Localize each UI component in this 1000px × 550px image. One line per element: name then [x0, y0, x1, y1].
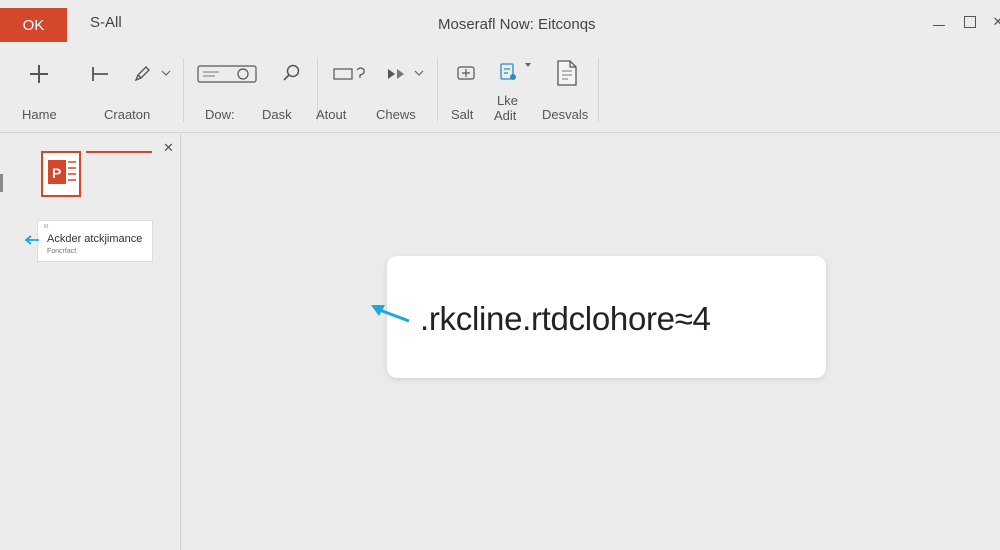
pen-icon[interactable]	[131, 63, 153, 85]
search-icon[interactable]	[281, 62, 303, 84]
ribbon-label-like[interactable]: Lke	[497, 93, 518, 108]
slide-thumbnail[interactable]: M Ackder atckjimance Foncrfact	[37, 220, 153, 262]
ribbon-separator	[598, 58, 599, 122]
text-box-icon[interactable]	[197, 64, 261, 86]
scroll-marker[interactable]	[0, 174, 3, 192]
chevron-down-icon[interactable]	[160, 67, 172, 79]
close-icon[interactable]: ✕	[163, 140, 174, 156]
callout-box[interactable]: .rkcline.rtdclohore≈4	[387, 256, 826, 378]
slides-panel: ✕ P M Ackder atckjimance Foncrfact	[0, 134, 181, 550]
ribbon-separator	[437, 58, 438, 122]
insert-line-icon[interactable]	[88, 62, 112, 86]
plus-icon[interactable]	[27, 62, 51, 86]
thumbnail-title: Ackder atckjimance	[47, 233, 143, 245]
ribbon-label-home[interactable]: Hame	[22, 107, 57, 122]
powerpoint-letter: P	[52, 165, 61, 181]
ok-button[interactable]: OK	[0, 8, 67, 42]
powerpoint-icon[interactable]: P	[40, 150, 86, 198]
chevron-down-icon[interactable]	[413, 67, 425, 79]
ribbon-separator	[183, 58, 184, 122]
ribbon-label-salt[interactable]: Salt	[451, 107, 473, 122]
ribbon-label-dask[interactable]: Dask	[262, 107, 292, 122]
ribbon-label-dow[interactable]: Dow:	[205, 107, 235, 122]
thumbnail-subtitle: Foncrfact	[47, 248, 77, 255]
format-icon[interactable]	[496, 60, 520, 84]
arrow-pointer-icon	[369, 301, 411, 327]
ribbon-toolbar: Hame Craaton Dow: Dask Atout Chews Salt	[0, 50, 1000, 133]
arrow-left-icon	[24, 233, 40, 245]
window-title: Moserafl Now: Eitconqs	[438, 16, 596, 33]
minimize-icon[interactable]	[929, 12, 949, 32]
ribbon-label-creation[interactable]: Craaton	[104, 107, 150, 122]
callout-text: .rkcline.rtdclohore≈4	[420, 300, 711, 337]
share-icon[interactable]	[454, 62, 478, 84]
close-window-icon[interactable]	[988, 12, 1000, 32]
ribbon-label-chews[interactable]: Chews	[376, 107, 416, 122]
tab-s-all[interactable]: S-All	[90, 14, 122, 31]
ribbon-label-about[interactable]: Atout	[316, 107, 346, 122]
document-icon[interactable]	[553, 59, 581, 87]
ribbon-label-desvals[interactable]: Desvals	[542, 107, 588, 122]
thumbnail-tiny-label: M	[44, 224, 49, 230]
title-bar: OK S-All Moserafl Now: Eitconqs	[0, 0, 1000, 50]
chevron-down-icon[interactable]	[523, 60, 533, 70]
ribbon-label-adit[interactable]: Adit	[494, 108, 516, 123]
maximize-icon[interactable]	[960, 12, 980, 32]
shape-icon[interactable]	[333, 63, 367, 85]
selection-underline	[86, 151, 152, 153]
media-icon[interactable]	[386, 64, 410, 84]
